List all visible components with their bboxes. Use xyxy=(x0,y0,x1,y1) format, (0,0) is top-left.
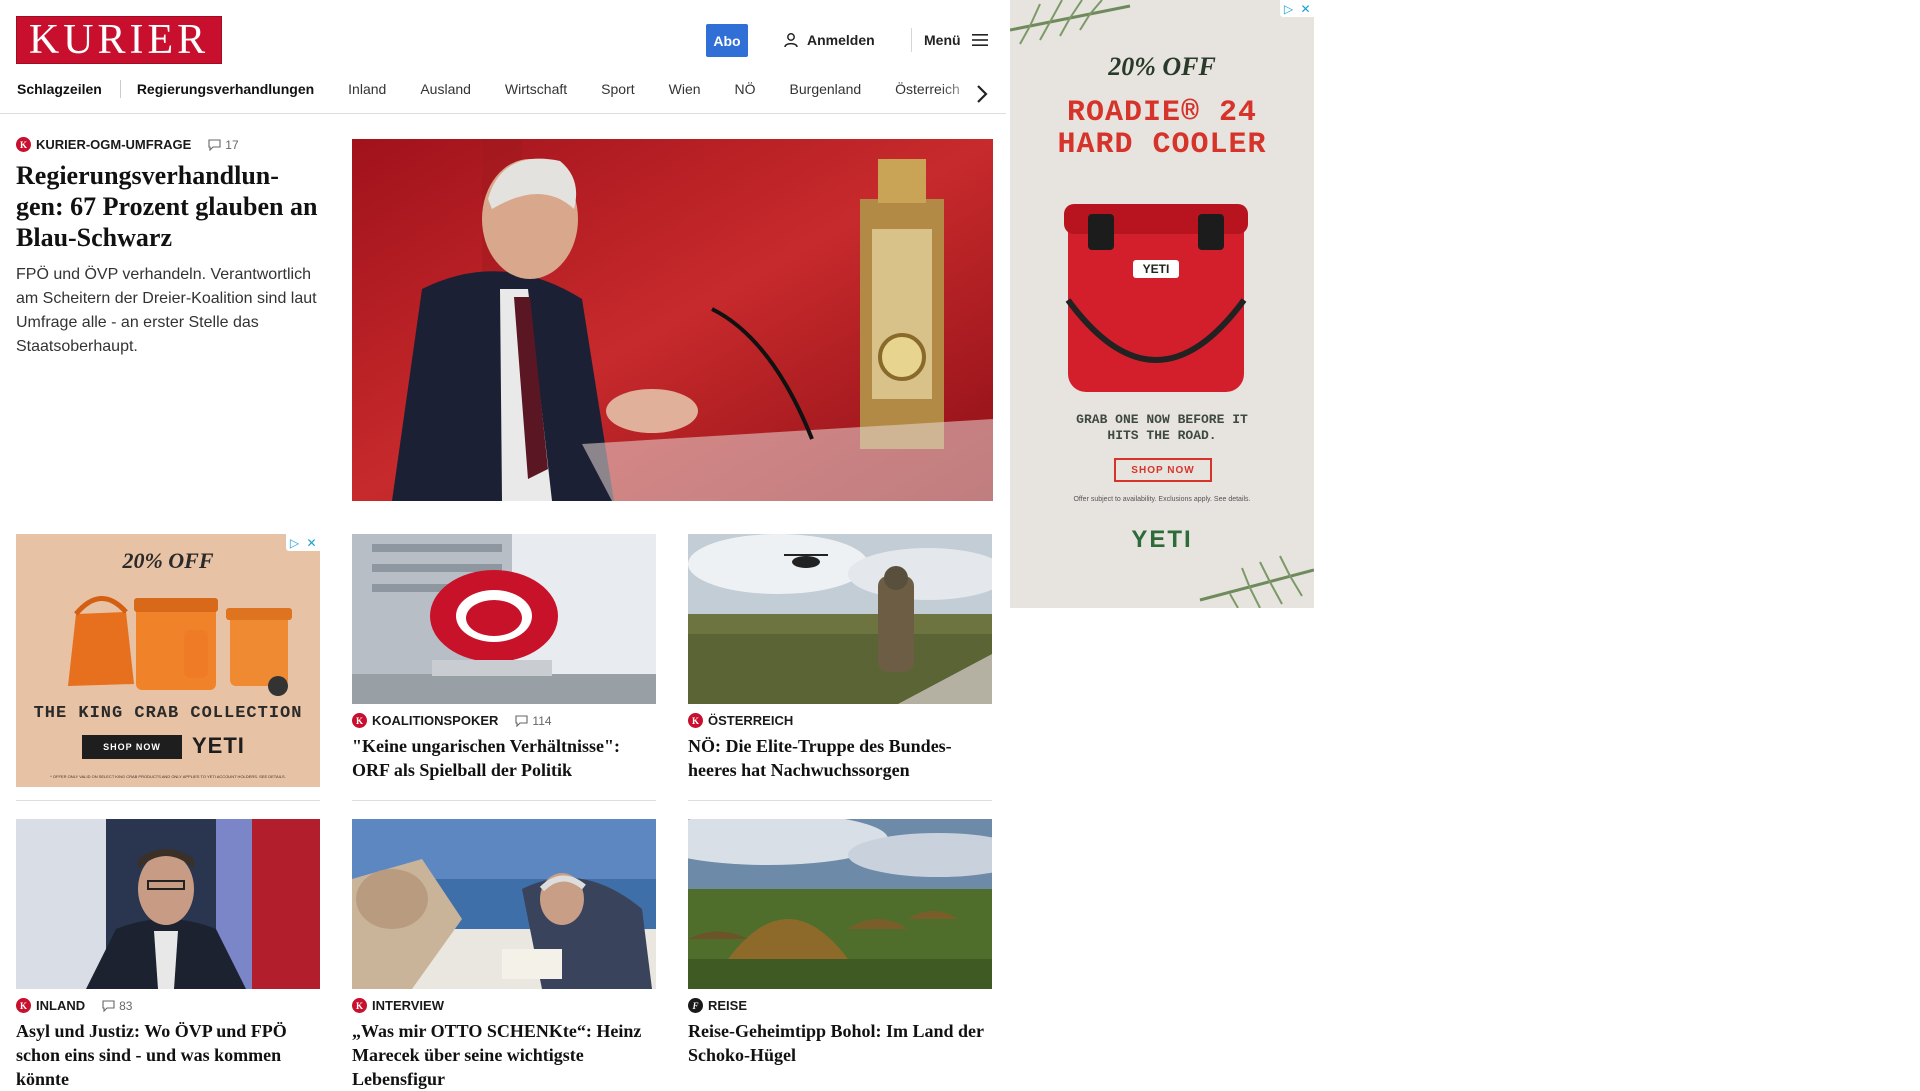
lead-kicker: K KURIER-OGM-UMFRAGE 17 xyxy=(16,137,322,152)
article-image[interactable] xyxy=(688,819,992,989)
kurier-badge-icon: K xyxy=(16,137,31,152)
hamburger-menu-icon xyxy=(971,34,988,46)
advertisement-tile[interactable]: ▷ ✕ 20% OFF THE KING CRAB COLLECTION SHO… xyxy=(16,534,320,787)
adchoices-badge[interactable]: ▷ ✕ xyxy=(1280,0,1314,17)
chevron-right-icon[interactable] xyxy=(972,82,992,106)
ad-tile-headline: THE KING CRAB COLLECTION xyxy=(33,704,303,723)
ad-side-product-line2: HARD COOLER xyxy=(1057,128,1267,162)
article-card[interactable]: K ÖSTERREICH NÖ: Die Elite-Truppe des Bu… xyxy=(688,534,992,782)
ad-side-shop-button[interactable]: SHOP NOW xyxy=(1114,458,1212,482)
article-kicker-label: REISE xyxy=(708,998,748,1013)
menu-label: Menü xyxy=(924,32,961,48)
article-image[interactable] xyxy=(688,534,992,704)
article-card[interactable]: f REISE Reise-Geheimtipp Bohol: Im Land … xyxy=(688,819,992,1067)
divider xyxy=(352,800,656,801)
article-card[interactable]: K INLAND 83 Asyl und Justiz: Wo ÖVP und … xyxy=(16,819,320,1091)
article-kicker-label: INTERVIEW xyxy=(372,998,444,1013)
lead-kicker-label: KURIER-OGM-UMFRAGE xyxy=(36,137,192,152)
comment-icon xyxy=(102,999,115,1012)
article-headline[interactable]: NÖ: Die Elite-Truppe des Bundes-heeres h… xyxy=(688,734,992,782)
article-kicker-label: KOALITIONSPOKER xyxy=(372,713,499,728)
ad-side-tagline: GRAB ONE NOW BEFORE IT HITS THE ROAD. xyxy=(1076,412,1248,443)
ad-side-product-badge: YETI xyxy=(1142,262,1170,276)
nav-item-burgenland[interactable]: Burgenland xyxy=(790,81,862,97)
article-headline[interactable]: Asyl und Justiz: Wo ÖVP und FPÖ schon ei… xyxy=(16,1019,320,1091)
nav-item-noe[interactable]: NÖ xyxy=(735,81,756,97)
kurier-badge-icon: K xyxy=(352,998,367,1013)
section-navigation: Schlagzeilen Regierungsverhandlungen Inl… xyxy=(0,76,1006,114)
ad-side-offer: 20% OFF xyxy=(1108,52,1216,81)
nav-item-wirtschaft[interactable]: Wirtschaft xyxy=(505,81,567,97)
article-kicker: K INLAND 83 xyxy=(16,998,320,1013)
ad-tile-disclaimer: * OFFER ONLY VALID ON SELECT KING CRAB P… xyxy=(50,774,286,779)
article-headline[interactable]: "Keine ungarischen Verhältnisse": ORF al… xyxy=(352,734,656,782)
article-comments: 83 xyxy=(119,998,133,1013)
divider xyxy=(688,800,992,801)
comment-icon xyxy=(208,138,221,151)
ad-side-brand: YETI xyxy=(1131,526,1193,553)
article-kicker-label: INLAND xyxy=(36,998,86,1013)
article-kicker-label: ÖSTERREICH xyxy=(708,713,794,728)
adchoices-icon[interactable]: ▷ xyxy=(1280,0,1297,17)
login-label: Anmelden xyxy=(807,32,875,48)
ad-tile-offer: 20% OFF xyxy=(122,548,214,573)
nav-item-wien[interactable]: Wien xyxy=(669,81,701,97)
nav-item-regierungsverhandlungen[interactable]: Regierungsverhandlungen xyxy=(137,81,314,97)
article-kicker: K ÖSTERREICH xyxy=(688,713,992,728)
menu-button[interactable]: Menü xyxy=(924,28,989,52)
nav-item-ausland[interactable]: Ausland xyxy=(420,81,471,97)
ad-tile-shop-button[interactable]: SHOP NOW xyxy=(82,735,182,759)
nav-separator xyxy=(119,80,121,98)
article-image[interactable] xyxy=(16,819,320,989)
article-kicker: K INTERVIEW xyxy=(352,998,656,1013)
article-kicker: K KOALITIONSPOKER 114 xyxy=(352,713,656,728)
article-headline[interactable]: „Was mir OTTO SCHENKte“: Heinz Marecek ü… xyxy=(352,1019,656,1091)
lead-article-image[interactable] xyxy=(352,139,993,501)
article-image[interactable] xyxy=(352,534,656,704)
advertisement-sidebar[interactable]: ▷ ✕ 20% OFF ROADIE® 24 HARD COOLER YETI … xyxy=(1010,0,1314,608)
user-icon xyxy=(784,33,798,48)
kurier-badge-icon: K xyxy=(352,713,367,728)
article-card[interactable]: K KOALITIONSPOKER 114 "Keine ungarischen… xyxy=(352,534,656,782)
nav-item-schlagzeilen[interactable]: Schlagzeilen xyxy=(17,81,102,97)
article-headline[interactable]: Reise-Geheimtipp Bohol: Im Land der Scho… xyxy=(688,1019,992,1067)
article-comments: 114 xyxy=(532,713,552,728)
article-comment-count[interactable]: 83 xyxy=(102,999,132,1013)
article-comment-count[interactable]: 114 xyxy=(515,713,552,728)
article-kicker: f REISE xyxy=(688,998,992,1013)
kurier-badge-icon: K xyxy=(16,998,31,1013)
abo-button[interactable]: Abo xyxy=(706,24,748,57)
freizeit-badge-icon: f xyxy=(688,998,703,1013)
lead-comments: 17 xyxy=(225,137,239,152)
comment-icon xyxy=(515,714,528,727)
kurier-logo[interactable]: KURIER xyxy=(16,16,222,64)
article-card[interactable]: K INTERVIEW „Was mir OTTO SCHENKte“: Hei… xyxy=(352,819,656,1091)
nav-item-sport[interactable]: Sport xyxy=(601,81,634,97)
lead-teaser: FPÖ und ÖVP verhandeln. Verantwortlich a… xyxy=(16,266,317,355)
lead-article[interactable]: K KURIER-OGM-UMFRAGE 17 Regierungsverhan… xyxy=(16,137,322,359)
ad-tile-brand: YETI xyxy=(192,733,245,758)
kurier-badge-icon: K xyxy=(688,713,703,728)
ad-side-fineprint: Offer subject to availability. Exclusion… xyxy=(1073,496,1251,503)
nav-item-inland[interactable]: Inland xyxy=(348,81,386,97)
login-button[interactable]: Anmelden xyxy=(783,28,875,52)
divider xyxy=(16,800,320,801)
close-icon[interactable]: ✕ xyxy=(1297,0,1314,17)
lead-comment-count[interactable]: 17 xyxy=(208,137,239,152)
lead-headline[interactable]: Regierungsverhandlun-gen: 67 Prozent gla… xyxy=(16,160,322,253)
header-divider xyxy=(911,28,912,52)
article-image[interactable] xyxy=(352,819,656,989)
ad-side-product-line1: ROADIE® 24 xyxy=(1066,96,1258,130)
